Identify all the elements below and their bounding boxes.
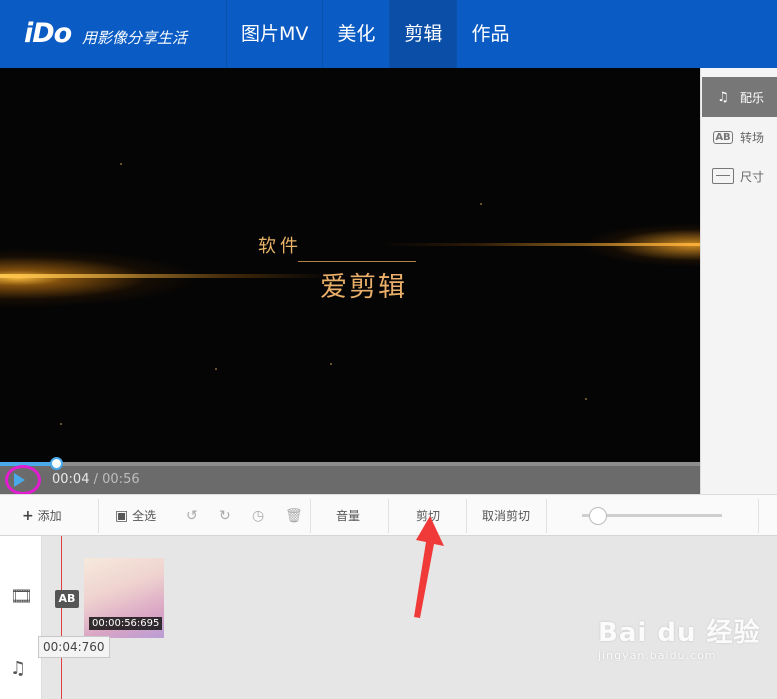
right-sidebar: ♫ 配乐 AB 转场 尺寸: [700, 68, 777, 494]
sidebar-item-label: 配乐: [740, 90, 765, 105]
watermark-logo: Bai du 经验: [598, 618, 761, 648]
cancel-cut-button[interactable]: 取消剪切: [482, 495, 530, 537]
preview-title-big: 爱剪辑: [320, 272, 407, 303]
sparkle: [120, 163, 122, 165]
progress-track[interactable]: [0, 462, 700, 466]
divider: [758, 499, 759, 533]
nav-picture-mv[interactable]: 图片MV: [226, 0, 322, 68]
clock-button[interactable]: ◷: [252, 495, 264, 537]
redo-icon: ↻: [219, 508, 231, 524]
duration: 00:56: [102, 472, 140, 487]
playhead[interactable]: [61, 536, 62, 699]
sidebar-item-size[interactable]: 尺寸: [702, 156, 777, 196]
add-button[interactable]: + 添加: [22, 495, 62, 537]
slogan: 用影像分享生活: [82, 29, 188, 47]
undo-icon: ↺: [186, 508, 198, 524]
player-controls: 00:04 / 00:56: [0, 457, 700, 495]
progress-thumb[interactable]: [50, 457, 63, 470]
time-display: 00:04 / 00:56: [52, 472, 140, 487]
logo[interactable]: iDo: [24, 18, 72, 49]
sidebar-item-label: 转场: [740, 130, 765, 145]
watermark-url: jingyan.baidu.com: [598, 649, 717, 662]
transition-marker[interactable]: AB: [55, 590, 79, 608]
sparkle: [215, 368, 217, 370]
select-all-label: 全选: [132, 509, 157, 523]
sidebar-item-label: 尺寸: [740, 169, 765, 184]
video-preview[interactable]: 软件 爱剪辑: [0, 68, 700, 462]
main-nav: 图片MV 美化 剪辑 作品: [226, 0, 523, 68]
plus-icon: +: [22, 508, 34, 524]
sidebar-item-music[interactable]: ♫ 配乐: [702, 77, 777, 117]
nav-beautify[interactable]: 美化: [322, 0, 389, 68]
add-video-icon[interactable]: 🎞: [10, 586, 33, 607]
redo-button[interactable]: ↻: [219, 495, 231, 537]
divider: [98, 499, 99, 533]
divider: [546, 499, 547, 533]
playhead-time-tooltip: 00:04:760: [38, 636, 110, 658]
timeline-track-icons: 🎞 ♫: [0, 536, 42, 699]
highlight-circle: [5, 465, 41, 495]
current-time: 00:04: [52, 472, 90, 487]
time-separator: /: [93, 472, 98, 487]
nav-works[interactable]: 作品: [456, 0, 523, 68]
sidebar-item-transition[interactable]: AB 转场: [702, 117, 777, 157]
add-music-icon[interactable]: ♫: [10, 658, 26, 679]
sparkle: [480, 203, 482, 205]
trash-icon: 🗑: [285, 508, 303, 524]
volume-slider-thumb[interactable]: [589, 507, 607, 525]
add-label: 添加: [37, 509, 62, 523]
ab-transition-icon: AB: [713, 130, 733, 144]
music-note-icon: ♫: [717, 89, 729, 105]
screen-size-icon: [711, 166, 735, 186]
edit-toolbar: + 添加 ▣ 全选 ↺ ↻ ◷ 🗑 音量 剪切 取消剪切: [0, 494, 777, 536]
baidu-watermark: Bai du 经验 jingyan.baidu.com: [598, 612, 761, 662]
nav-edit[interactable]: 剪辑: [389, 0, 457, 68]
divider: [388, 499, 389, 533]
red-arrow-annotation: [414, 516, 444, 618]
preview-title-small: 软件: [258, 236, 302, 257]
divider: [310, 499, 311, 533]
undo-button[interactable]: ↺: [186, 495, 198, 537]
volume-button[interactable]: 音量: [336, 495, 360, 537]
light-flare-left: [0, 248, 200, 308]
checkbox-icon: ▣: [115, 508, 129, 524]
app-header: iDo 用影像分享生活 图片MV 美化 剪辑 作品: [0, 0, 777, 68]
sparkle: [60, 423, 62, 425]
light-streak-left: [0, 274, 330, 278]
divider: [466, 499, 467, 533]
sparkle: [585, 398, 587, 400]
clock-icon: ◷: [252, 508, 265, 524]
light-streak-right: [380, 243, 700, 246]
delete-button[interactable]: 🗑: [285, 495, 303, 537]
select-all-button[interactable]: ▣ 全选: [115, 495, 156, 537]
clip-duration: 00:00:56:695: [89, 617, 163, 630]
preview-title-divider: [298, 261, 416, 262]
sparkle: [330, 363, 332, 365]
